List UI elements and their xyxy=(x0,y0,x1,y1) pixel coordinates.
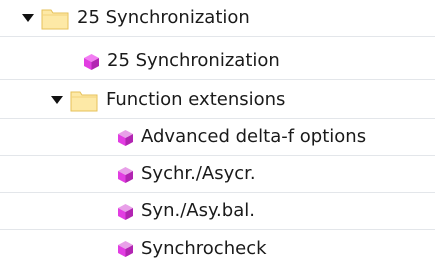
folder-icon xyxy=(70,88,98,112)
tree-item-sychr-asycr[interactable]: Sychr./Asycr. xyxy=(0,156,435,193)
function-block-icon xyxy=(116,202,135,221)
function-block-icon xyxy=(82,52,101,71)
function-block-icon xyxy=(116,165,135,184)
tree-item-syn-asy-bal[interactable]: Syn./Asy.bal. xyxy=(0,193,435,230)
tree-item-label: Sychr./Asycr. xyxy=(141,163,256,184)
tree-item-25-synchronization-folder[interactable]: 25 Synchronization xyxy=(0,0,435,37)
tree-item-label: 25 Synchronization xyxy=(107,50,280,71)
tree-item-label: 25 Synchronization xyxy=(77,7,250,28)
collapse-arrow-icon[interactable] xyxy=(21,11,35,25)
tree-item-label: Function extensions xyxy=(106,89,286,110)
collapse-arrow-icon[interactable] xyxy=(50,93,64,107)
tree-item-advanced-delta-f-options[interactable]: Advanced delta-f options xyxy=(0,119,435,156)
project-tree: 25 Synchronization 25 Synchronization Fu… xyxy=(0,0,435,272)
function-block-icon xyxy=(116,239,135,258)
tree-item-label: Advanced delta-f options xyxy=(141,126,367,147)
tree-item-25-synchronization-block[interactable]: 25 Synchronization xyxy=(0,43,435,80)
tree-item-synchrocheck[interactable]: Synchrocheck xyxy=(0,230,435,267)
tree-item-label: Synchrocheck xyxy=(141,237,267,259)
tree-item-label: Syn./Asy.bal. xyxy=(141,200,255,221)
tree-item-function-extensions-folder[interactable]: Function extensions xyxy=(0,82,435,119)
folder-icon xyxy=(41,6,69,30)
function-block-icon xyxy=(116,128,135,147)
